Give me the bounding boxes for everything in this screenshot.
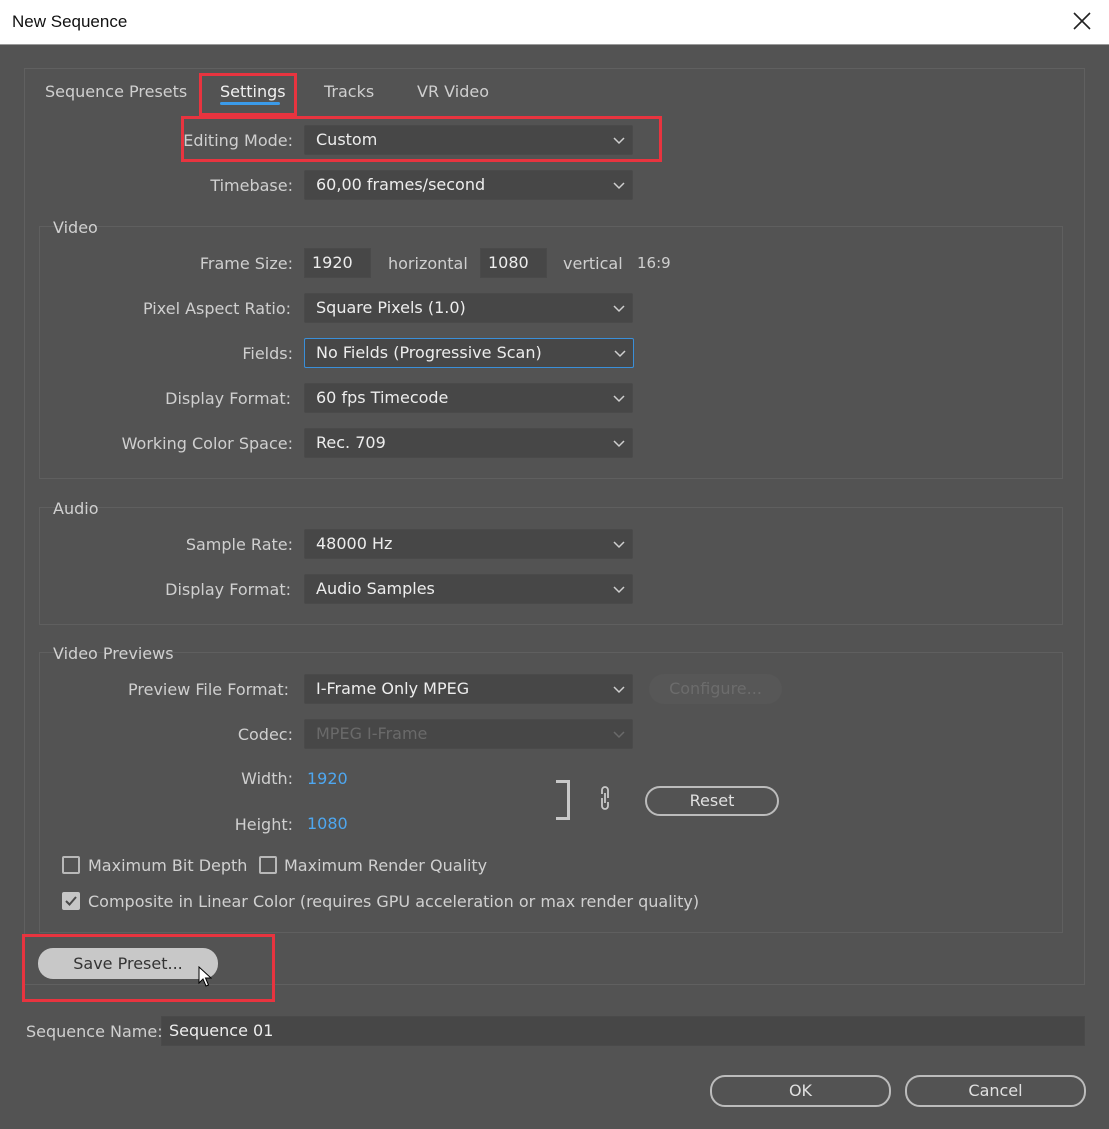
horizontal-label: horizontal [388, 254, 468, 273]
pixel-aspect-label: Pixel Aspect Ratio: [143, 299, 291, 318]
video-previews-group-title: Video Previews [53, 644, 174, 663]
highlight-settings-tab [199, 73, 297, 116]
chevron-down-icon [613, 686, 625, 694]
fields-label: Fields: [242, 344, 293, 363]
tab-tracks[interactable]: Tracks [324, 82, 374, 101]
codec-select: MPEG I-Frame [304, 719, 633, 749]
pixel-aspect-value: Square Pixels (1.0) [316, 298, 466, 317]
vertical-label: vertical [563, 254, 623, 273]
fields-select[interactable]: No Fields (Progressive Scan) [304, 338, 634, 368]
chevron-down-icon [613, 440, 625, 448]
link-icon[interactable] [598, 786, 612, 810]
video-display-format-value: 60 fps Timecode [316, 388, 449, 407]
pixel-aspect-select[interactable]: Square Pixels (1.0) [304, 293, 633, 323]
timebase-value: 60,00 frames/second [316, 175, 486, 194]
height-label: Height: [234, 815, 293, 834]
frame-size-label: Frame Size: [199, 254, 293, 273]
max-render-quality-checkbox[interactable] [259, 856, 277, 874]
tab-vr-video[interactable]: VR Video [417, 82, 489, 101]
width-value[interactable]: 1920 [307, 769, 348, 788]
checkmark-icon [65, 896, 77, 906]
fields-value: No Fields (Progressive Scan) [316, 343, 542, 362]
color-space-select[interactable]: Rec. 709 [304, 428, 633, 458]
window-title: New Sequence [12, 12, 128, 31]
title-bar: New Sequence [0, 0, 1109, 45]
tab-sequence-presets[interactable]: Sequence Presets [45, 82, 187, 101]
color-space-label: Working Color Space: [121, 434, 293, 453]
width-label: Width: [241, 769, 293, 788]
max-bit-depth-label[interactable]: Maximum Bit Depth [88, 856, 247, 875]
highlight-save-preset [22, 934, 275, 1002]
audio-display-format-select[interactable]: Audio Samples [304, 574, 633, 604]
chevron-down-icon [613, 305, 625, 313]
sample-rate-label: Sample Rate: [185, 535, 293, 554]
audio-display-format-label: Display Format: [165, 580, 291, 599]
preview-file-format-select[interactable]: I-Frame Only MPEG [304, 674, 633, 704]
max-render-quality-label[interactable]: Maximum Render Quality [284, 856, 487, 875]
sample-rate-select[interactable]: 48000 Hz [304, 529, 633, 559]
timebase-label: Timebase: [210, 176, 293, 195]
chevron-down-icon [613, 541, 625, 549]
preview-file-format-value: I-Frame Only MPEG [316, 679, 470, 698]
cancel-button[interactable]: Cancel [905, 1075, 1086, 1107]
video-display-format-select[interactable]: 60 fps Timecode [304, 383, 633, 413]
chevron-down-icon [613, 395, 625, 403]
frame-width-input[interactable]: 1920 [304, 248, 371, 278]
frame-height-input[interactable]: 1080 [480, 248, 547, 278]
codec-value: MPEG I-Frame [316, 724, 428, 743]
linear-color-checkbox[interactable] [62, 892, 80, 910]
audio-group-title: Audio [53, 499, 99, 518]
sample-rate-value: 48000 Hz [316, 534, 393, 553]
preview-file-format-label: Preview File Format: [128, 680, 289, 699]
chevron-down-icon [613, 182, 625, 190]
chevron-down-icon [614, 350, 626, 358]
audio-display-format-value: Audio Samples [316, 579, 435, 598]
audio-group [39, 507, 1063, 625]
timebase-select[interactable]: 60,00 frames/second [304, 170, 633, 200]
close-icon[interactable] [1071, 10, 1093, 32]
sequence-name-label: Sequence Name: [26, 1022, 163, 1041]
color-space-value: Rec. 709 [316, 433, 386, 452]
link-bracket [556, 780, 570, 820]
height-value[interactable]: 1080 [307, 814, 348, 833]
max-bit-depth-checkbox[interactable] [62, 856, 80, 874]
video-display-format-label: Display Format: [165, 389, 291, 408]
reset-button[interactable]: Reset [645, 786, 779, 816]
video-group-title: Video [53, 218, 98, 237]
configure-button[interactable]: Configure... [649, 674, 782, 704]
chevron-down-icon [613, 731, 625, 739]
chevron-down-icon [613, 586, 625, 594]
codec-label: Codec: [237, 725, 293, 744]
sequence-name-input[interactable]: Sequence 01 [161, 1016, 1085, 1046]
linear-color-label[interactable]: Composite in Linear Color (requires GPU … [88, 892, 699, 911]
aspect-ratio-value: 16:9 [637, 254, 671, 272]
ok-button[interactable]: OK [710, 1075, 891, 1107]
highlight-editing-mode [181, 116, 662, 162]
